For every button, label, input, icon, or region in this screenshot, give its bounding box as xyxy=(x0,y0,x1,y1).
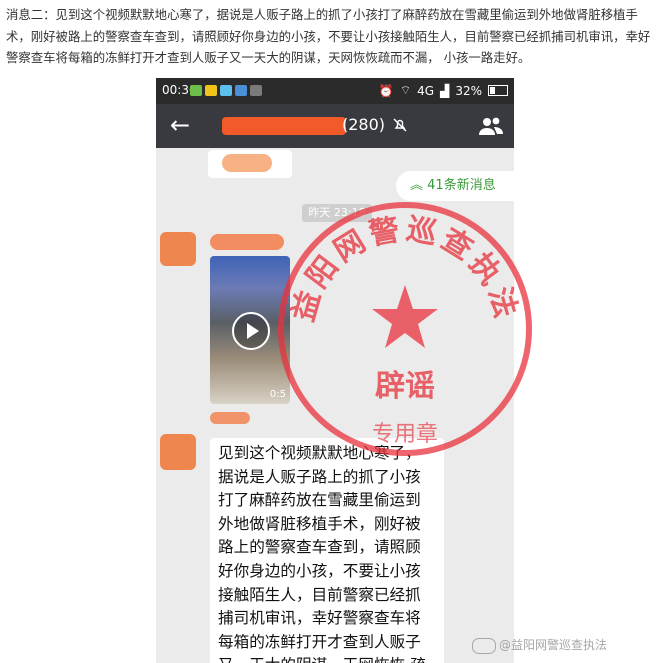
redacted-text xyxy=(222,154,272,172)
video-duration: 0:5 xyxy=(269,389,286,400)
avatar[interactable] xyxy=(160,434,196,470)
wifi-icon: ⌔ xyxy=(399,83,412,97)
redacted-group-name xyxy=(222,117,346,135)
alarm-icon: ⏰ xyxy=(378,83,394,98)
new-messages-badge[interactable]: ︽ 41条新消息 xyxy=(396,171,514,201)
chat-header: ← (280) xyxy=(156,104,514,148)
weibo-watermark: @益阳网警巡查执法 xyxy=(472,636,607,654)
battery-percent: 32% xyxy=(455,83,482,98)
double-chevron-up-icon: ︽ xyxy=(410,178,424,193)
app-icon xyxy=(235,85,247,96)
new-messages-label: 41条新消息 xyxy=(427,178,496,193)
wechat-icon xyxy=(190,85,202,96)
app-icon xyxy=(205,85,217,96)
notification-icons xyxy=(190,85,262,97)
back-arrow-icon[interactable]: ← xyxy=(170,111,190,139)
upload-icon xyxy=(250,85,262,96)
app-icon xyxy=(220,85,232,96)
video-message[interactable]: 0:5 xyxy=(210,256,290,404)
mute-icon xyxy=(392,117,408,137)
chat-message-bubble[interactable]: 见到这个视频默默地心寒了，据说是人贩子路上的抓了小孩打了麻醉药放在雪藏里偷运到外… xyxy=(210,438,444,663)
network-type: 4G xyxy=(417,83,435,98)
battery-icon xyxy=(488,85,508,96)
weibo-logo-icon xyxy=(472,637,496,654)
phone-screenshot: 00:30 ⏰ ⌔ 4G ▟ 32% ← (280) ︽ 41条新消息 昨天 2… xyxy=(156,78,514,663)
redacted-sender-name xyxy=(210,234,284,250)
status-bar: 00:30 ⏰ ⌔ 4G ▟ 32% xyxy=(156,78,514,104)
play-icon[interactable] xyxy=(232,312,270,350)
group-members-icon[interactable] xyxy=(478,115,504,141)
watermark-text: @益阳网警巡查执法 xyxy=(499,638,608,652)
avatar[interactable] xyxy=(160,232,196,266)
group-member-count: (280) xyxy=(342,115,386,134)
previous-message-bubble xyxy=(208,150,292,178)
post-caption: 消息二：见到这个视频默默地心寒了，据说是人贩子路上的抓了小孩打了麻醉药放在雪藏里… xyxy=(6,7,651,65)
signal-icon: ▟ xyxy=(440,83,450,98)
message-timestamp: 昨天 23:18 xyxy=(302,204,372,222)
redacted-sender-name xyxy=(210,412,250,424)
